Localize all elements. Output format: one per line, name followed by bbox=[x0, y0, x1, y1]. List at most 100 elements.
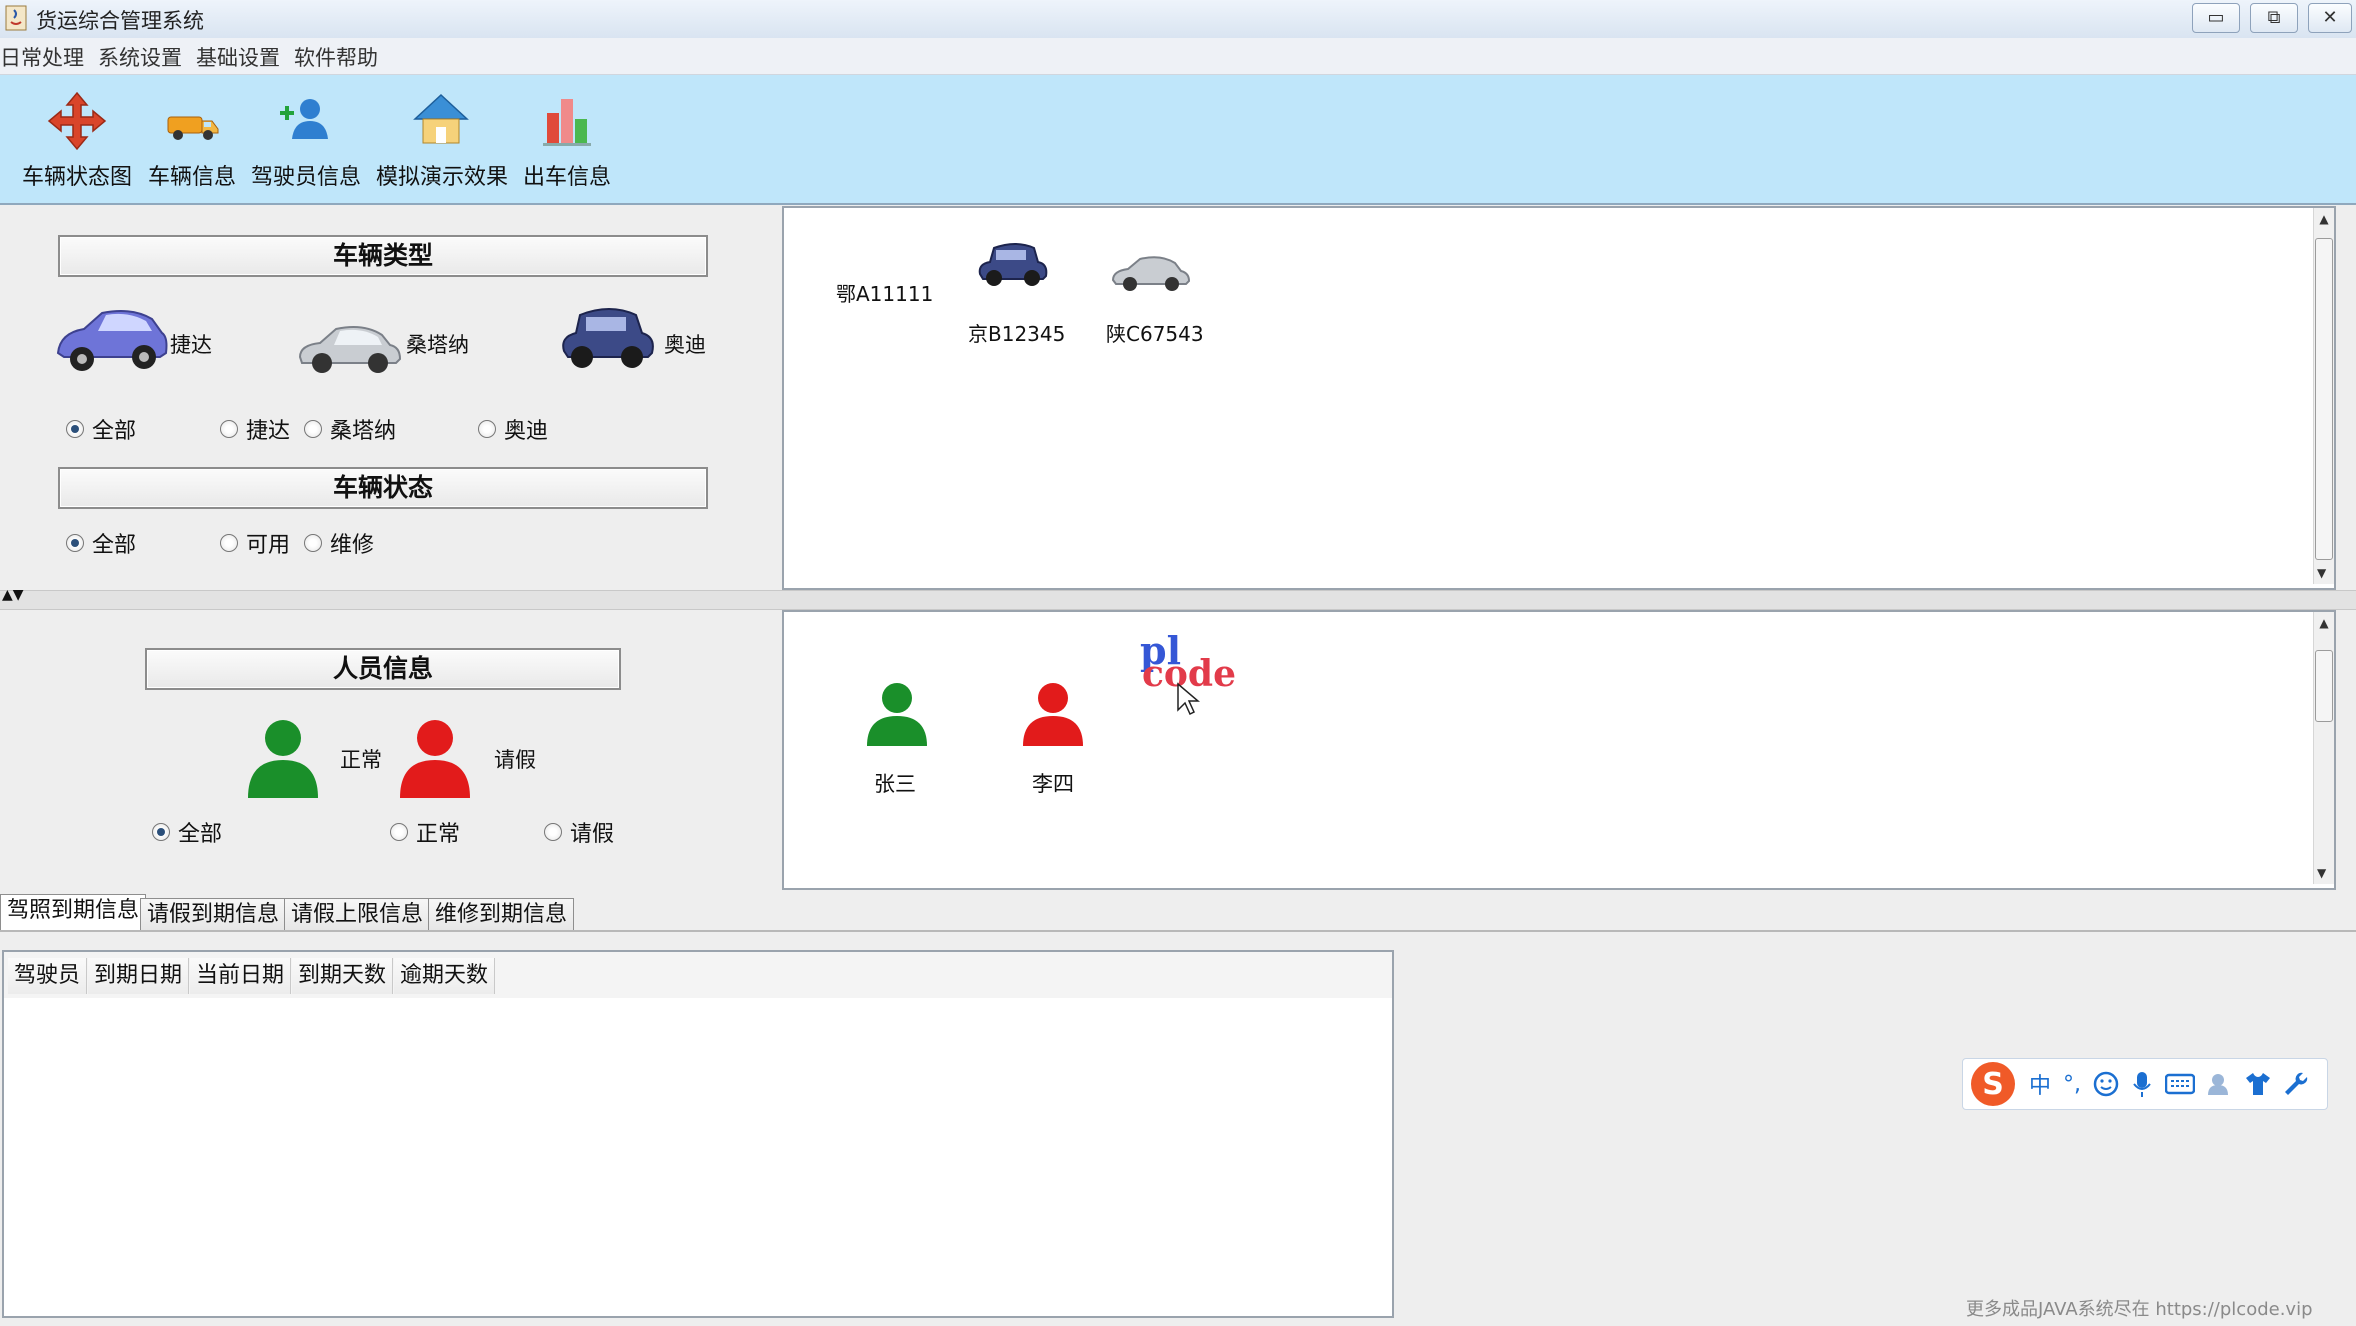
radio-indicator bbox=[304, 534, 322, 552]
car-jetta-icon bbox=[56, 310, 168, 371]
type-radio-audi[interactable]: 奥迪 bbox=[478, 413, 548, 445]
menu-daily[interactable]: 日常处理 bbox=[0, 42, 84, 72]
car-audi-label: 奥迪 bbox=[664, 333, 706, 357]
scroll-thumb[interactable] bbox=[2315, 238, 2333, 560]
toolbar-vehicle-status-map[interactable]: 车辆状态图 bbox=[18, 91, 136, 191]
person-name[interactable]: 张三 bbox=[874, 768, 916, 798]
scroll-up-arrow[interactable]: ▲ bbox=[2314, 616, 2334, 630]
column-header-driver[interactable]: 驾驶员 bbox=[8, 958, 87, 994]
ime-toolbar: S 中 °, bbox=[1962, 1058, 2328, 1110]
radio-indicator bbox=[304, 420, 322, 438]
vehicle-filter-panel: 车辆类型 捷达 桑塔纳 奥迪 全部 捷达 桑塔纳 奥迪 车辆状态 全部 可用 维… bbox=[0, 205, 780, 590]
radio-indicator bbox=[220, 420, 238, 438]
column-header-current-date[interactable]: 当前日期 bbox=[190, 958, 291, 994]
sogou-logo-icon[interactable]: S bbox=[1969, 1060, 2017, 1108]
tab-underline bbox=[0, 930, 2356, 932]
personnel-view-scrollbar[interactable]: ▲ ▼ bbox=[2313, 612, 2334, 884]
status-radio-available[interactable]: 可用 bbox=[220, 527, 290, 559]
tab-license-expiry[interactable]: 驾照到期信息 bbox=[0, 894, 147, 931]
column-header-days-to-expiry[interactable]: 到期天数 bbox=[292, 958, 393, 994]
type-radio-santana[interactable]: 桑塔纳 bbox=[304, 413, 396, 445]
personnel-filter-panel: 人员信息 正常 请假 全部 正常 请假 bbox=[0, 610, 780, 890]
personnel-header: 人员信息 bbox=[145, 648, 621, 690]
toolbar-driver-info[interactable]: 驾驶员信息 bbox=[250, 91, 362, 191]
type-radio-jetta[interactable]: 捷达 bbox=[220, 413, 290, 445]
split-divider[interactable]: ▲▼ bbox=[0, 587, 2356, 610]
bar-chart-icon bbox=[543, 99, 591, 146]
normal-person-icon bbox=[248, 720, 318, 798]
tab-repair-expiry[interactable]: 维修到期信息 bbox=[428, 898, 575, 931]
smiley-icon[interactable] bbox=[2093, 1071, 2119, 1097]
vehicle-plate[interactable]: 陕C67543 bbox=[1106, 318, 1204, 347]
car-santana-icon bbox=[298, 326, 402, 373]
scroll-up-arrow[interactable]: ▲ bbox=[2314, 212, 2334, 226]
car-santana-label: 桑塔纳 bbox=[406, 333, 469, 357]
type-radio-all[interactable]: 全部 bbox=[66, 413, 136, 445]
tab-leave-limit[interactable]: 请假上限信息 bbox=[284, 898, 431, 931]
move-arrows-icon bbox=[47, 91, 107, 151]
house-icon bbox=[413, 93, 469, 144]
vehicle-status-view: 鄂A11111 京B12345 陕C67543 ▲ ▼ bbox=[782, 206, 2336, 590]
keyboard-icon[interactable] bbox=[2165, 1073, 2196, 1095]
vehicle-car-icon[interactable] bbox=[974, 238, 1050, 294]
personnel-radio-leave[interactable]: 请假 bbox=[544, 816, 614, 848]
vehicle-status-header: 车辆状态 bbox=[58, 467, 708, 509]
vehicle-plate[interactable]: 京B12345 bbox=[968, 318, 1065, 347]
microphone-icon[interactable] bbox=[2131, 1070, 2153, 1098]
scroll-thumb[interactable] bbox=[2315, 650, 2333, 722]
personnel-view: 张三 李四 pl code ▲ ▼ bbox=[782, 610, 2336, 890]
radio-indicator bbox=[478, 420, 496, 438]
radio-indicator bbox=[66, 420, 84, 438]
toolbar-vehicle-info[interactable]: 车辆信息 bbox=[142, 91, 242, 191]
menu-help[interactable]: 软件帮助 bbox=[294, 42, 378, 72]
menu-basic-settings[interactable]: 基础设置 bbox=[196, 42, 280, 72]
car-jetta-label: 捷达 bbox=[170, 333, 212, 357]
scroll-down-arrow[interactable]: ▼ bbox=[2317, 866, 2326, 880]
radio-indicator bbox=[544, 823, 562, 841]
status-radio-all[interactable]: 全部 bbox=[66, 527, 136, 559]
site-watermark: 更多成品JAVA系统尽在 https://plcode.vip bbox=[1966, 1299, 2313, 1320]
person-name[interactable]: 李四 bbox=[1032, 768, 1074, 798]
leave-person-icon bbox=[400, 720, 470, 798]
user-tools-icon[interactable] bbox=[2207, 1071, 2233, 1097]
window-title-bar: 货运综合管理系统 ▭ ⧉ ✕ bbox=[0, 0, 2356, 39]
menu-system-settings[interactable]: 系统设置 bbox=[98, 42, 182, 72]
window-title: 货运综合管理系统 bbox=[36, 9, 204, 33]
legend-leave-label: 请假 bbox=[494, 748, 536, 772]
person-icon[interactable] bbox=[1022, 682, 1084, 748]
person-icon[interactable] bbox=[866, 682, 928, 748]
toolbar-dispatch-info[interactable]: 出车信息 bbox=[522, 91, 612, 191]
restore-button[interactable]: ⧉ bbox=[2250, 3, 2298, 33]
ime-punctuation-indicator[interactable]: °, bbox=[2063, 1072, 2081, 1097]
radio-indicator bbox=[152, 823, 170, 841]
personnel-radio-all[interactable]: 全部 bbox=[152, 816, 222, 848]
vehicle-view-scrollbar[interactable]: ▲ ▼ bbox=[2313, 208, 2334, 584]
toolbar: 车辆状态图 车辆信息 驾驶员信息 模拟演示效果 出车信息 bbox=[0, 75, 2356, 205]
expiry-table bbox=[2, 950, 1394, 1318]
mouse-cursor-icon bbox=[1177, 682, 1200, 716]
vehicle-car-icon[interactable] bbox=[1110, 250, 1190, 296]
status-radio-repair[interactable]: 维修 bbox=[304, 527, 374, 559]
wrench-icon[interactable] bbox=[2283, 1071, 2309, 1097]
vehicle-plate[interactable]: 鄂A11111 bbox=[836, 278, 933, 307]
radio-indicator bbox=[390, 823, 408, 841]
vehicle-type-header: 车辆类型 bbox=[58, 235, 708, 277]
toolbar-simulation[interactable]: 模拟演示效果 bbox=[376, 91, 508, 191]
divider-collapse-arrows[interactable]: ▲▼ bbox=[2, 587, 24, 603]
column-header-expiry-date[interactable]: 到期日期 bbox=[88, 958, 189, 994]
column-header-overdue-days[interactable]: 逾期天数 bbox=[394, 958, 495, 994]
scroll-down-arrow[interactable]: ▼ bbox=[2317, 566, 2326, 580]
menu-bar: 日常处理 系统设置 基础设置 软件帮助 bbox=[0, 38, 2356, 75]
radio-indicator bbox=[220, 534, 238, 552]
ime-mode-indicator[interactable]: 中 bbox=[2029, 1068, 2051, 1100]
radio-indicator bbox=[66, 534, 84, 552]
tab-leave-expiry[interactable]: 请假到期信息 bbox=[140, 898, 287, 931]
truck-icon bbox=[167, 116, 219, 140]
close-button[interactable]: ✕ bbox=[2308, 3, 2352, 33]
skin-shirt-icon[interactable] bbox=[2245, 1071, 2271, 1097]
add-user-icon bbox=[280, 99, 328, 139]
car-audi-icon bbox=[562, 308, 654, 368]
minimize-button[interactable]: ▭ bbox=[2192, 3, 2240, 33]
legend-normal-label: 正常 bbox=[340, 748, 382, 772]
personnel-radio-normal[interactable]: 正常 bbox=[390, 816, 460, 848]
